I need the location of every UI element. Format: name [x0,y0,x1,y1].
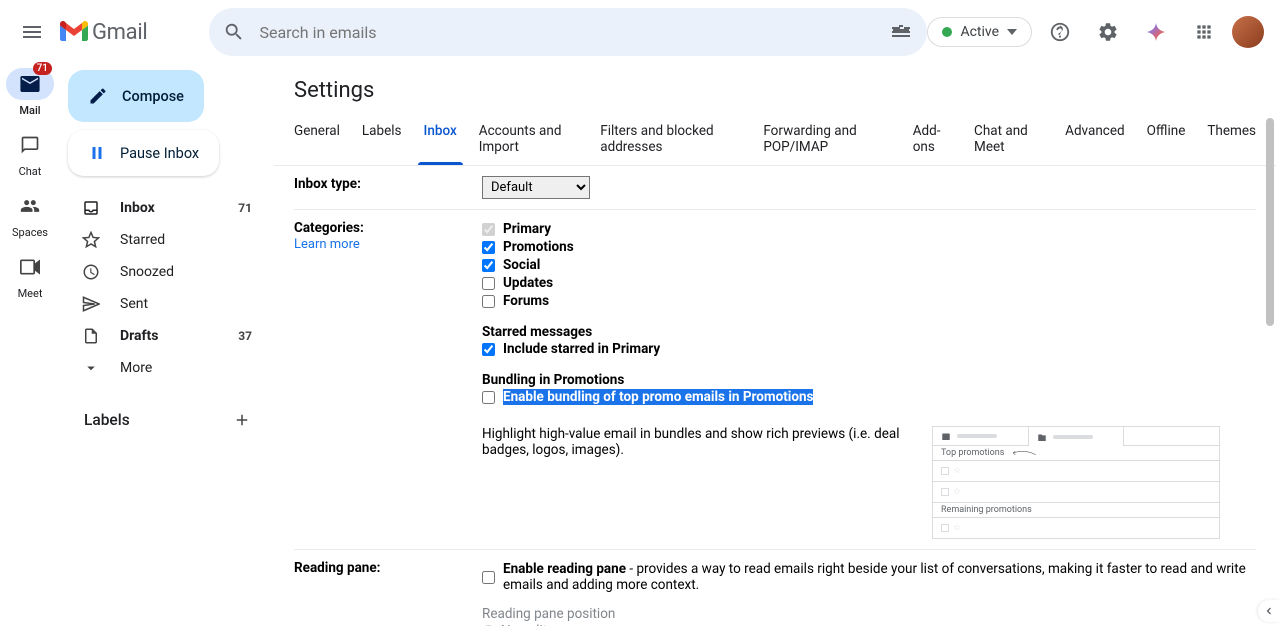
chevron-down-icon [82,359,102,377]
learn-more-link[interactable]: Learn more [294,237,360,252]
rail-meet-label: Meet [18,287,43,300]
category-social-checkbox[interactable] [482,259,495,272]
hamburger-icon [20,20,44,44]
inbox-type-select[interactable]: Default [482,176,590,199]
compose-label: Compose [122,88,184,105]
tab-accounts[interactable]: Accounts and Import [479,115,578,165]
tab-general[interactable]: General [294,115,340,165]
include-starred-checkbox[interactable] [482,343,495,356]
labels-header: Labels [68,400,266,440]
meet-icon [20,259,40,275]
enable-reading-pane-checkbox[interactable] [482,571,495,584]
categories-label: Categories: [294,220,364,236]
search-box[interactable] [209,8,927,56]
bundling-heading: Bundling in Promotions [482,372,1256,388]
search-options-icon[interactable] [889,20,913,44]
tab-offline[interactable]: Offline [1147,115,1186,165]
support-button[interactable] [1040,12,1080,52]
settings-button[interactable] [1088,12,1128,52]
bundling-description: Highlight high-value email in bundles an… [482,426,912,458]
nav-drafts[interactable]: Drafts 37 [68,320,266,352]
nav-snoozed[interactable]: Snoozed [68,256,266,288]
gemini-icon [1145,21,1167,43]
rail-spaces[interactable]: Spaces [6,190,54,239]
tab-advanced[interactable]: Advanced [1065,115,1125,165]
nav-sent[interactable]: Sent [68,288,266,320]
help-icon [1049,21,1071,43]
category-social-label[interactable]: Social [503,257,540,273]
chat-icon [20,135,40,155]
gmail-icon [60,21,88,43]
scrollbar[interactable] [1264,116,1276,626]
bundling-preview-image: Top promotions ☆ ☆ Remaining promotions … [932,426,1220,539]
mail-badge: 71 [33,62,52,75]
gmail-logo[interactable]: Gmail [60,20,147,45]
gear-icon [1097,21,1119,43]
inbox-icon [82,199,102,217]
tab-chat-meet[interactable]: Chat and Meet [974,115,1043,165]
category-updates-checkbox[interactable] [482,277,495,290]
category-updates-label[interactable]: Updates [503,275,553,291]
status-label: Active [960,24,999,40]
plus-icon [233,411,251,429]
tab-forwarding[interactable]: Forwarding and POP/IMAP [763,115,890,165]
reading-pane-position-label: Reading pane position [482,606,1256,622]
chevron-down-icon [1007,29,1017,35]
pause-inbox-label: Pause Inbox [120,145,199,162]
rail-mail[interactable]: 71 Mail [6,68,54,117]
main-menu-button[interactable] [8,8,56,56]
enable-bundling-checkbox[interactable] [482,391,495,404]
inbox-type-label: Inbox type: [294,176,482,199]
nav-starred[interactable]: Starred [68,224,266,256]
chevron-left-icon [1263,605,1275,617]
status-dot-active [942,27,952,37]
category-primary-checkbox [482,223,495,236]
search-icon [223,21,245,43]
settings-tabs: General Labels Inbox Accounts and Import… [274,115,1276,166]
tab-inbox[interactable]: Inbox [424,115,457,165]
category-promotions-label[interactable]: Promotions [503,239,574,255]
account-avatar[interactable] [1232,16,1264,48]
file-icon [82,327,102,345]
rail-meet[interactable]: Meet [6,251,54,300]
starred-heading: Starred messages [482,324,1256,340]
gemini-button[interactable] [1136,12,1176,52]
star-icon [82,231,102,249]
rail-spaces-label: Spaces [12,226,48,239]
send-icon [82,295,102,313]
add-label-button[interactable] [230,408,254,432]
tab-filters[interactable]: Filters and blocked addresses [600,115,741,165]
nav-more[interactable]: More [68,352,266,384]
rail-mail-label: Mail [19,104,40,117]
enable-bundling-label[interactable]: Enable bundling of top promo emails in P… [503,389,813,405]
tab-addons[interactable]: Add-ons [913,115,952,165]
pencil-icon [88,86,108,106]
apps-button[interactable] [1184,12,1224,52]
side-panel-toggle[interactable] [1258,600,1280,622]
reading-pane-label: Reading pane: [294,560,482,626]
rail-chat[interactable]: Chat [6,129,54,178]
category-primary-label: Primary [503,221,551,237]
spaces-icon [20,196,40,216]
compose-button[interactable]: Compose [68,70,204,122]
search-input[interactable] [259,23,889,42]
category-promotions-checkbox[interactable] [482,241,495,254]
labels-title: Labels [84,411,130,429]
pause-icon [88,144,106,162]
clock-icon [82,263,102,281]
page-title: Settings [274,78,1276,115]
enable-reading-pane-label[interactable]: Enable reading pane - provides a way to … [503,561,1256,593]
include-starred-label[interactable]: Include starred in Primary [503,341,660,357]
nav-inbox[interactable]: Inbox 71 [68,192,266,224]
tab-labels[interactable]: Labels [362,115,402,165]
gmail-logo-text: Gmail [92,20,147,45]
category-forums-checkbox[interactable] [482,295,495,308]
apps-grid-icon [1194,22,1214,42]
tab-themes[interactable]: Themes [1207,115,1256,165]
rail-chat-label: Chat [19,165,42,178]
pause-inbox-button[interactable]: Pause Inbox [68,130,219,176]
category-forums-label[interactable]: Forums [503,293,549,309]
status-chip[interactable]: Active [927,17,1032,47]
mail-icon [20,76,40,92]
